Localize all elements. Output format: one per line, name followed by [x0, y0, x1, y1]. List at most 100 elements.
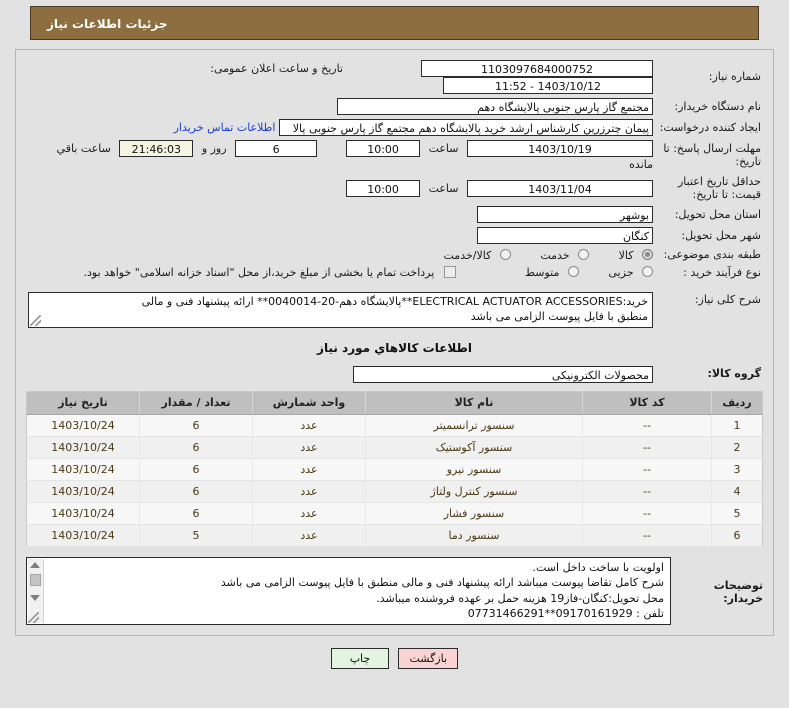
category-radio-service[interactable]: خدمت: [540, 248, 590, 262]
need-description-form: شرح کلی نیاز: خرید:ELECTRICAL ACTUATOR A…: [26, 290, 763, 330]
cell-name: سنسور نیرو: [365, 458, 583, 481]
price-validity-label: حداقل تاریخ اعتبار قیمت: تا تاریخ:: [677, 174, 761, 202]
buyer-org-value: مجتمع گاز پارس جنوبی پالایشگاه دهم: [337, 98, 653, 115]
column-header-code: کد کالا: [582, 391, 712, 415]
buyer-notes-row: توضیحات خریدار: اولویت با ساخت داخل است.…: [26, 556, 763, 625]
form-row-need-desc: شرح کلی نیاز: خرید:ELECTRICAL ACTUATOR A…: [26, 290, 763, 330]
goods-section-title: اطلاعات کالاهاي مورد نیاز: [317, 340, 472, 355]
cell-qty: 6: [139, 436, 253, 459]
process-label: نوع فرآیند خرید :: [683, 265, 761, 279]
remaining-days-label: روز و: [201, 142, 227, 155]
radio-icon[interactable]: [578, 248, 590, 260]
radio-icon[interactable]: [567, 266, 579, 278]
form-row-deadline: مهلت ارسال پاسخ: تا تاریخ: 1403/10/19 سا…: [26, 138, 763, 173]
resize-grip-icon[interactable]: [28, 611, 39, 623]
cell-date: 1403/10/24: [26, 414, 140, 437]
creator-label: ایجاد کننده درخواست:: [659, 120, 761, 134]
need-description-textarea[interactable]: خرید:ELECTRICAL ACTUATOR ACCESSORIES**پا…: [28, 291, 653, 328]
process-radio-group: جزیی متوسط: [499, 266, 653, 279]
need-details-panel: شماره نیاز: 1103097684000752 تاریخ و ساع…: [15, 49, 774, 636]
category-radio-goods-service-label: کالا/خدمت: [443, 248, 492, 262]
cell-unit: عدد: [252, 436, 366, 459]
back-button[interactable]: بازگشت: [398, 647, 459, 669]
buyer-org-label: نام دستگاه خریدار:: [674, 99, 761, 113]
city-label: شهر محل تحویل:: [681, 228, 761, 242]
page-title: جزئیات اطلاعات نیاز: [30, 6, 759, 40]
need-info-form: شماره نیاز: 1103097684000752 تاریخ و ساع…: [26, 58, 763, 282]
table-row: 1 -- سنسور ترانسمیتر عدد 6 1403/10/24: [26, 414, 763, 437]
cell-row: 6: [711, 524, 763, 547]
form-row-creator: ایجاد کننده درخواست: پیمان چترزرین کارشن…: [26, 117, 763, 138]
radio-icon[interactable]: [642, 266, 653, 278]
scroll-up-arrow-icon[interactable]: [30, 561, 40, 568]
need-number-label: شماره نیاز:: [708, 70, 761, 84]
category-label: طبقه بندی موضوعی:: [663, 248, 761, 261]
goods-table-header-row: ردیف کد کالا نام کالا واحد شمارش تعداد /…: [26, 391, 763, 415]
cell-qty: 6: [139, 480, 253, 503]
table-row: 3 -- سنسور نیرو عدد 6 1403/10/24: [26, 458, 763, 481]
category-cell: کالا خدمت کالا/خدمت: [26, 246, 655, 264]
cell-date: 1403/10/24: [26, 480, 140, 503]
radio-icon[interactable]: [642, 248, 653, 260]
category-radio-goods-service[interactable]: کالا/خدمت: [443, 248, 511, 262]
form-row-need-number: شماره نیاز: 1103097684000752 تاریخ و ساع…: [26, 58, 763, 96]
goods-table-container: ردیف کد کالا نام کالا واحد شمارش تعداد /…: [26, 390, 763, 547]
need-desc-label: شرح کلی نیاز:: [694, 292, 761, 306]
form-row-buyer-org: نام دستگاه خریدار: مجتمع گاز پارس جنوبی …: [26, 96, 763, 117]
column-header-unit: واحد شمارش: [252, 391, 366, 415]
buyer-contact-link[interactable]: اطلاعات تماس خریدار: [174, 121, 276, 134]
goods-table-head: ردیف کد کالا نام کالا واحد شمارش تعداد /…: [26, 391, 763, 415]
cell-name: سنسور آکوستیک: [365, 436, 583, 459]
cell-name: سنسور کنترل ولتاژ: [365, 480, 583, 503]
cell-code: --: [582, 436, 712, 459]
deadline-cell: 1403/10/19 ساعت 10:00 6 روز و 21:46:03 س…: [26, 138, 655, 173]
column-header-row: ردیف: [711, 391, 763, 415]
need-number-cell: 1103097684000752 تاریخ و ساعت اعلان عموم…: [26, 58, 655, 96]
process-radio-medium[interactable]: متوسط: [525, 266, 579, 279]
resize-grip-icon[interactable]: [30, 314, 41, 326]
radio-icon[interactable]: [499, 248, 511, 260]
table-row: 2 -- سنسور آکوستیک عدد 6 1403/10/24: [26, 436, 763, 459]
form-row-goods-group: گروه کالا: محصولات الکترونیکی: [26, 364, 763, 385]
need-desc-line-1: خرید:ELECTRICAL ACTUATOR ACCESSORIES**پا…: [141, 294, 648, 308]
form-row-category: طبقه بندی موضوعی: کالا خدمت کالا/خدمت: [26, 246, 763, 264]
scrollbar-thumb[interactable]: [30, 573, 41, 586]
price-validity-cell: 1403/11/04 ساعت 10:00: [26, 173, 655, 205]
cell-qty: 6: [139, 414, 253, 437]
form-row-price-validity: حداقل تاریخ اعتبار قیمت: تا تاریخ: 1403/…: [26, 173, 763, 205]
table-row: 5 -- سنسور فشار عدد 6 1403/10/24: [26, 502, 763, 525]
cell-code: --: [582, 524, 712, 547]
deadline-time-value: 10:00: [346, 140, 421, 157]
cell-unit: عدد: [252, 480, 366, 503]
category-radio-goods[interactable]: کالا: [618, 248, 653, 262]
process-radio-medium-label: متوسط: [524, 266, 560, 280]
need-desc-line-2: منطبق با فایل پیوست الزامی می باشد: [470, 310, 648, 324]
print-button[interactable]: چاپ: [330, 647, 389, 669]
buyer-org-cell: مجتمع گاز پارس جنوبی پالایشگاه دهم: [26, 96, 655, 117]
deadline-label: مهلت ارسال پاسخ: تا تاریخ:: [663, 141, 761, 169]
buyer-notes-line-3: محل تحویل:کنگان-فاز19 هزینه حمل بر عهده …: [376, 591, 664, 605]
need-desc-cell: خرید:ELECTRICAL ACTUATOR ACCESSORIES**پا…: [26, 290, 655, 330]
cell-qty: 5: [139, 524, 253, 547]
treasury-checkbox[interactable]: [443, 265, 456, 278]
scroll-down-arrow-icon[interactable]: [30, 594, 40, 601]
titlebar-container: جزئیات اطلاعات نیاز: [0, 0, 789, 40]
buyer-notes-line-1: اولویت با ساخت داخل است.: [532, 560, 665, 574]
goods-group-cell: محصولات الکترونیکی: [26, 364, 655, 385]
category-radio-goods-label: کالا: [618, 248, 634, 262]
buyer-notes-textarea[interactable]: اولویت با ساخت داخل است. شرح کامل تقاضا …: [26, 556, 671, 625]
buyer-notes-line-2: شرح کامل تقاضا پیوست میباشد ارائه پیشنها…: [220, 576, 664, 590]
table-row: 4 -- سنسور کنترل ولتاژ عدد 6 1403/10/24: [26, 480, 763, 503]
cell-date: 1403/10/24: [26, 436, 140, 459]
footer-actions: بازگشت چاپ: [0, 647, 789, 669]
process-radio-minor-label: جزیی: [608, 266, 634, 280]
goods-table-body: 1 -- سنسور ترانسمیتر عدد 6 1403/10/24 2 …: [26, 414, 763, 547]
form-row-province: استان محل تحویل: بوشهر: [26, 204, 763, 225]
buyer-notes-label: توضیحات خریدار:: [713, 578, 763, 605]
column-header-name: نام کالا: [365, 391, 583, 415]
cell-code: --: [582, 480, 712, 503]
cell-code: --: [582, 502, 712, 525]
column-header-qty: تعداد / مقدار: [139, 391, 253, 415]
process-radio-minor[interactable]: جزیی: [608, 266, 653, 279]
treasury-checkbox-label: پرداخت تمام یا بخشی از مبلغ خرید،از محل …: [83, 265, 435, 279]
